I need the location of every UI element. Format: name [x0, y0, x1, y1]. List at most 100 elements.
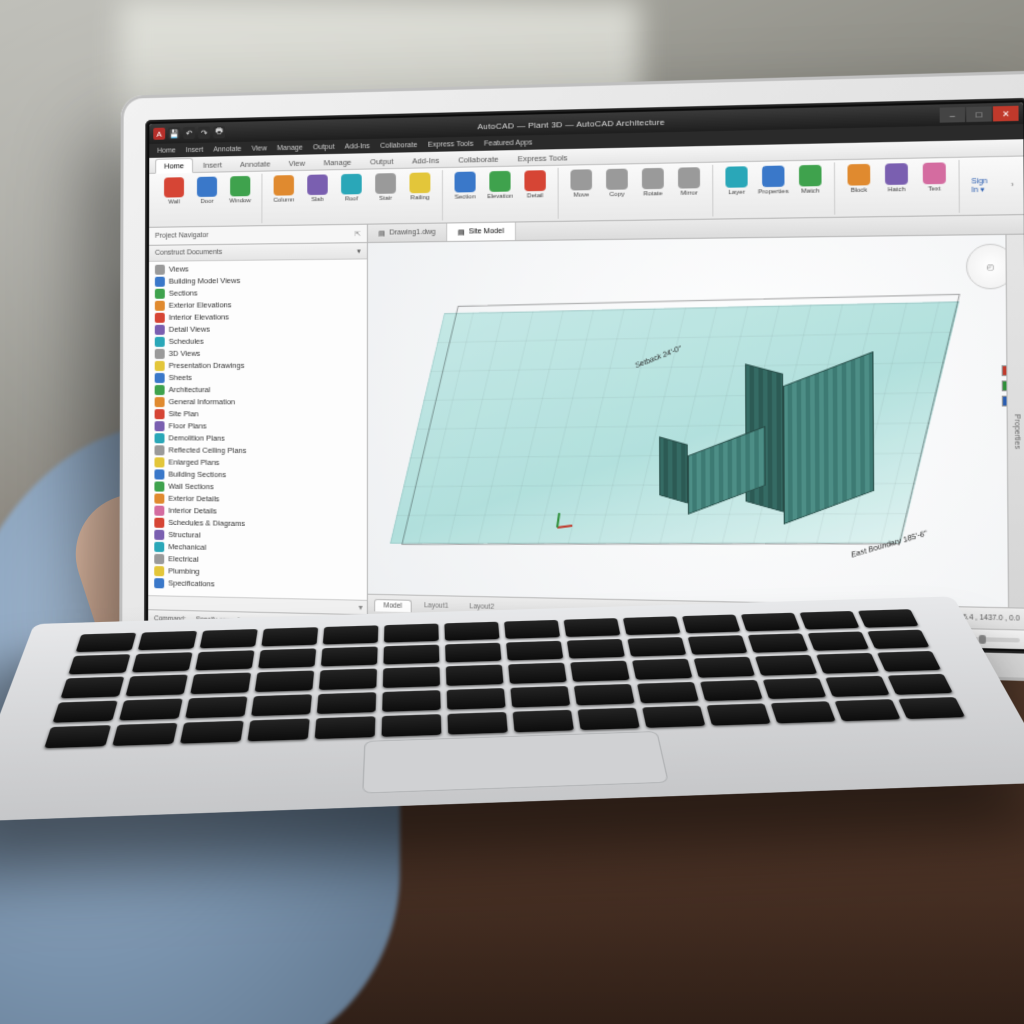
project-tree[interactable]: ViewsBuilding Model ViewsSectionsExterio… — [148, 259, 367, 599]
redo-icon[interactable]: ↷ — [198, 127, 210, 139]
menu-item[interactable]: Annotate — [213, 145, 241, 153]
tree-item-label: Structural — [168, 530, 200, 540]
ribbon-button[interactable]: Door — [192, 176, 222, 205]
ribbon-overflow-icon[interactable]: › — [1005, 159, 1019, 212]
ribbon-button[interactable]: Mirror — [673, 167, 706, 197]
ribbon-tab[interactable]: Express Tools — [509, 151, 576, 166]
minimize-button[interactable]: – — [940, 107, 965, 123]
tree-item[interactable]: Schedules — [149, 335, 367, 348]
properties-rail[interactable]: Properties — [1005, 235, 1024, 630]
elevation-icon — [489, 171, 510, 192]
tree-item-icon — [155, 421, 165, 431]
menu-item[interactable]: Manage — [277, 144, 303, 152]
tree-item[interactable]: Sheets — [149, 372, 367, 384]
match-icon — [799, 165, 822, 187]
menu-item[interactable]: Add-Ins — [345, 142, 370, 150]
tree-item-icon — [154, 530, 164, 540]
ribbon-button[interactable]: Slab — [302, 174, 333, 203]
sign-in-link[interactable]: Sign In ▾ — [960, 173, 1006, 199]
ribbon-button[interactable]: Section — [449, 171, 481, 201]
tree-item[interactable]: Interior Elevations — [149, 311, 367, 324]
ribbon-button[interactable]: Copy — [601, 168, 634, 198]
model-space-tab[interactable]: Model — [374, 598, 411, 611]
ribbon-button[interactable]: Hatch — [879, 163, 913, 194]
ribbon-button[interactable]: Move — [565, 169, 597, 199]
ribbon-group: Layer Properties Match — [713, 162, 835, 216]
ribbon-tab[interactable]: Output — [362, 155, 402, 169]
tree-item-icon — [154, 554, 164, 564]
ribbon-tab-home[interactable]: Home — [155, 158, 193, 174]
save-icon[interactable]: 💾 — [168, 127, 180, 139]
tree-item-label: Specifications — [168, 579, 214, 590]
document-tab[interactable]: ▤ Site Model — [447, 223, 515, 241]
tree-item-label: General Information — [169, 397, 236, 407]
ribbon-button[interactable]: Railing — [404, 172, 435, 202]
menu-item[interactable]: Insert — [186, 146, 204, 153]
ribbon-button[interactable]: Window — [225, 176, 255, 205]
ribbon-button[interactable]: Match — [793, 165, 827, 196]
ucs-axis-icon[interactable] — [557, 509, 576, 528]
tree-item-label: Views — [169, 265, 189, 275]
tree-item-icon — [155, 313, 165, 323]
menu-item[interactable]: Express Tools — [428, 140, 474, 148]
tree-item-icon — [155, 265, 165, 275]
document-tab[interactable]: ▤ Drawing1.dwg — [368, 224, 447, 243]
detail-icon — [524, 170, 545, 191]
tree-item-label: Floor Plans — [169, 421, 207, 431]
tree-item[interactable]: Architectural — [149, 384, 367, 396]
tree-item[interactable]: 3D Views — [149, 347, 367, 360]
model-viewport[interactable]: East Boundary 185'-6" Setback 24'-0" ◴ ⌂ — [368, 235, 1024, 630]
undo-icon[interactable]: ↶ — [183, 127, 195, 139]
menu-item[interactable]: Home — [157, 147, 176, 154]
ribbon-tab[interactable]: Add-Ins — [404, 154, 448, 168]
stair-icon — [375, 173, 396, 194]
app-window: A 💾 ↶ ↷ 🖶 AutoCAD — Plant 3D — AutoCAD A… — [148, 102, 1024, 649]
ribbon-tab[interactable]: Collaborate — [450, 152, 507, 167]
building-model[interactable] — [705, 348, 874, 509]
ribbon-button[interactable]: Wall — [159, 177, 189, 206]
tree-item[interactable]: Detail Views — [149, 323, 367, 336]
maximize-button[interactable]: □ — [966, 106, 992, 122]
close-button[interactable]: ✕ — [993, 106, 1019, 122]
ribbon-tab[interactable]: Annotate — [232, 157, 279, 171]
ribbon-button[interactable]: Layer — [720, 166, 753, 196]
ribbon-button[interactable]: Text — [917, 162, 952, 193]
properties-rail-label: Properties — [1012, 414, 1020, 449]
ribbon-button-label: Properties — [758, 189, 789, 196]
ribbon-button[interactable]: Stair — [370, 173, 401, 202]
tree-item-icon — [155, 397, 165, 407]
ribbon-tab[interactable]: View — [281, 156, 314, 170]
tree-item-icon — [155, 277, 165, 287]
tree-item[interactable]: General Information — [149, 396, 367, 409]
menu-item[interactable]: View — [252, 145, 267, 152]
ribbon-button[interactable]: Roof — [336, 174, 367, 203]
menu-item[interactable]: Featured Apps — [484, 139, 532, 147]
ribbon-button[interactable]: Block — [842, 164, 876, 195]
ribbon-button[interactable]: Elevation — [484, 171, 516, 201]
ribbon-tab[interactable]: Insert — [195, 158, 230, 172]
tree-item[interactable]: Presentation Drawings — [149, 360, 367, 372]
scroll-down-icon[interactable]: ▾ — [359, 603, 363, 612]
ribbon-button[interactable]: Column — [269, 175, 300, 204]
laptop-lid: A 💾 ↶ ↷ 🖶 AutoCAD — Plant 3D — AutoCAD A… — [119, 70, 1024, 682]
pin-icon[interactable]: ⇱ — [355, 229, 361, 237]
ribbon-button-label: Move — [573, 192, 589, 199]
text-icon — [923, 162, 946, 184]
laptop-keyboard — [0, 596, 1024, 821]
print-icon[interactable]: 🖶 — [213, 126, 225, 138]
ribbon-tab[interactable]: Manage — [315, 155, 359, 169]
ribbon-button[interactable]: Rotate — [636, 168, 669, 198]
menu-item[interactable]: Output — [313, 143, 335, 151]
keyboard-keys — [44, 609, 965, 748]
ribbon-group: Column SlabRoofStairRailing — [262, 170, 443, 223]
ribbon-button-label: Column — [273, 197, 294, 204]
tree-item[interactable]: Site Plan — [149, 408, 367, 421]
ribbon-button[interactable]: Properties — [756, 165, 790, 196]
chevron-down-icon[interactable]: ▾ — [357, 247, 361, 255]
document-tab-label: Site Model — [469, 228, 504, 236]
ribbon-button[interactable]: Detail — [519, 170, 551, 200]
menu-item[interactable]: Collaborate — [380, 141, 417, 149]
app-menu-button[interactable]: A — [153, 128, 165, 140]
layout-tab[interactable]: Layout1 — [416, 600, 457, 612]
tree-item-icon — [155, 373, 165, 383]
